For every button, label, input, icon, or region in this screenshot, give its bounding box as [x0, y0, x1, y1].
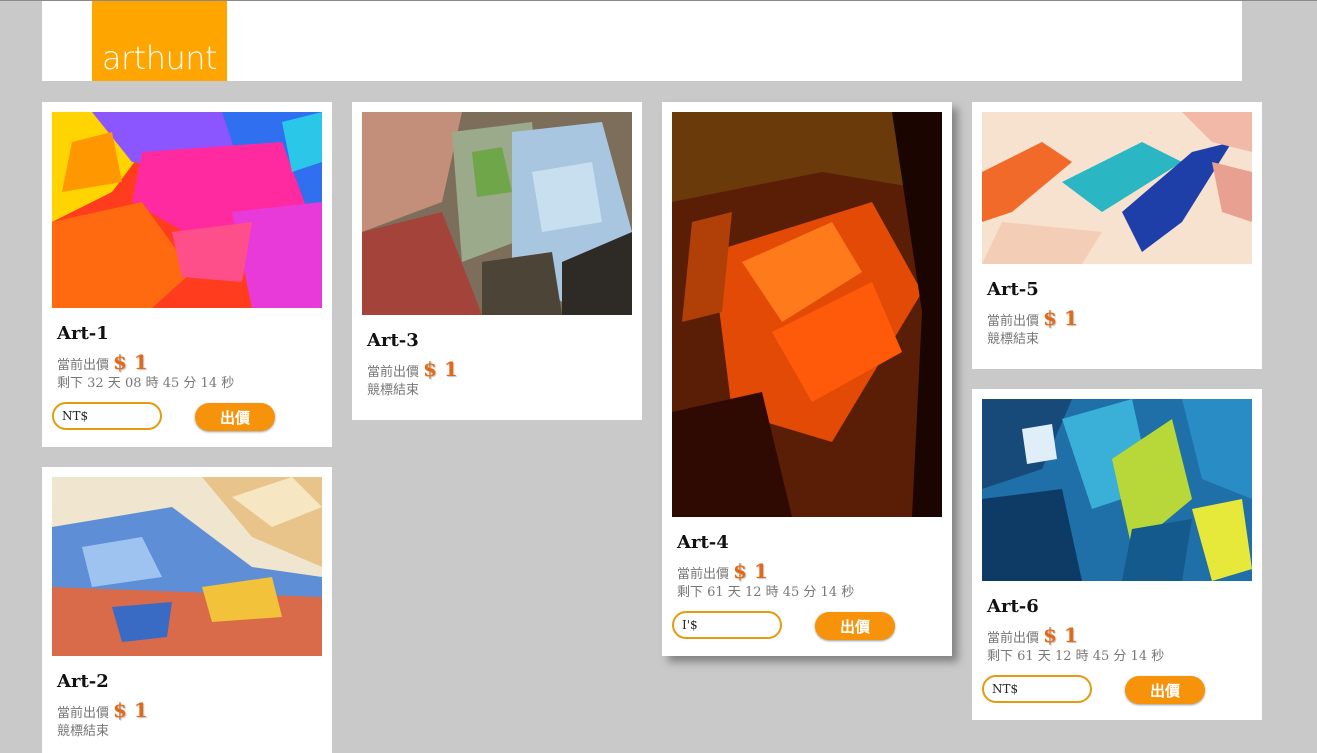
auction-status: 競標結束 [57, 724, 110, 739]
auction-status: 競標結束 [367, 383, 420, 398]
bid-amount-input[interactable] [52, 402, 162, 430]
current-price: $ 1 [1043, 306, 1078, 330]
artwork-title: Art-4 [677, 532, 729, 553]
artwork-title: Art-5 [987, 279, 1039, 300]
current-price: $ 1 [113, 698, 148, 722]
artwork-image[interactable] [982, 112, 1252, 264]
bid-amount-input[interactable] [672, 611, 782, 639]
current-bid-label: 當前出價 [987, 631, 1040, 646]
artwork-title: Art-6 [987, 596, 1039, 617]
artwork-image[interactable] [52, 112, 322, 308]
artwork-title: Art-1 [57, 323, 109, 344]
bid-button[interactable]: 出價 [195, 403, 275, 431]
time-remaining: 剩下 61 天 12 時 45 分 14 秒 [987, 649, 1165, 664]
current-bid-label: 當前出價 [57, 358, 110, 373]
art-card: Art-6 當前出價$ 1 剩下 61 天 12 時 45 分 14 秒 出價 [972, 389, 1262, 720]
art-card: Art-3 當前出價 $ 1 競標結束 [352, 102, 642, 420]
current-bid-label: 當前出價 [987, 314, 1040, 329]
art-card: Art-1 當前出價$ 1 剩下 32 天 08 時 45 分 14 秒 出價 [42, 102, 332, 447]
current-price: $ 1 [113, 350, 148, 374]
art-card: Art-4 當前出價$ 1 剩下 61 天 12 時 45 分 14 秒 出價 [662, 102, 952, 656]
arthunt-logo[interactable]: arthunt [92, 1, 227, 81]
site-header: arthunt [42, 1, 1242, 81]
time-remaining: 剩下 32 天 08 時 45 分 14 秒 [57, 376, 235, 391]
auction-status: 競標結束 [987, 332, 1040, 347]
current-bid-label: 當前出價 [677, 567, 730, 582]
time-remaining: 剩下 61 天 12 時 45 分 14 秒 [677, 585, 855, 600]
current-price: $ 1 [733, 559, 768, 583]
bid-button[interactable]: 出價 [815, 612, 895, 640]
artwork-title: Art-2 [57, 671, 109, 692]
current-price: $ 1 [1043, 623, 1078, 647]
bid-button[interactable]: 出價 [1125, 676, 1205, 704]
art-card: Art-2 當前出價 $ 1 競標結束 [42, 467, 332, 753]
current-bid-label: 當前出價 [57, 706, 110, 721]
artwork-image[interactable] [52, 477, 322, 656]
artwork-title: Art-3 [367, 330, 419, 351]
artwork-image[interactable] [982, 399, 1252, 581]
bid-amount-input[interactable] [982, 675, 1092, 703]
artwork-image[interactable] [672, 112, 942, 517]
current-bid-label: 當前出價 [367, 365, 420, 380]
current-price: $ 1 [423, 357, 458, 381]
artwork-image[interactable] [362, 112, 632, 315]
art-card: Art-5 當前出價 $ 1 競標結束 [972, 102, 1262, 369]
